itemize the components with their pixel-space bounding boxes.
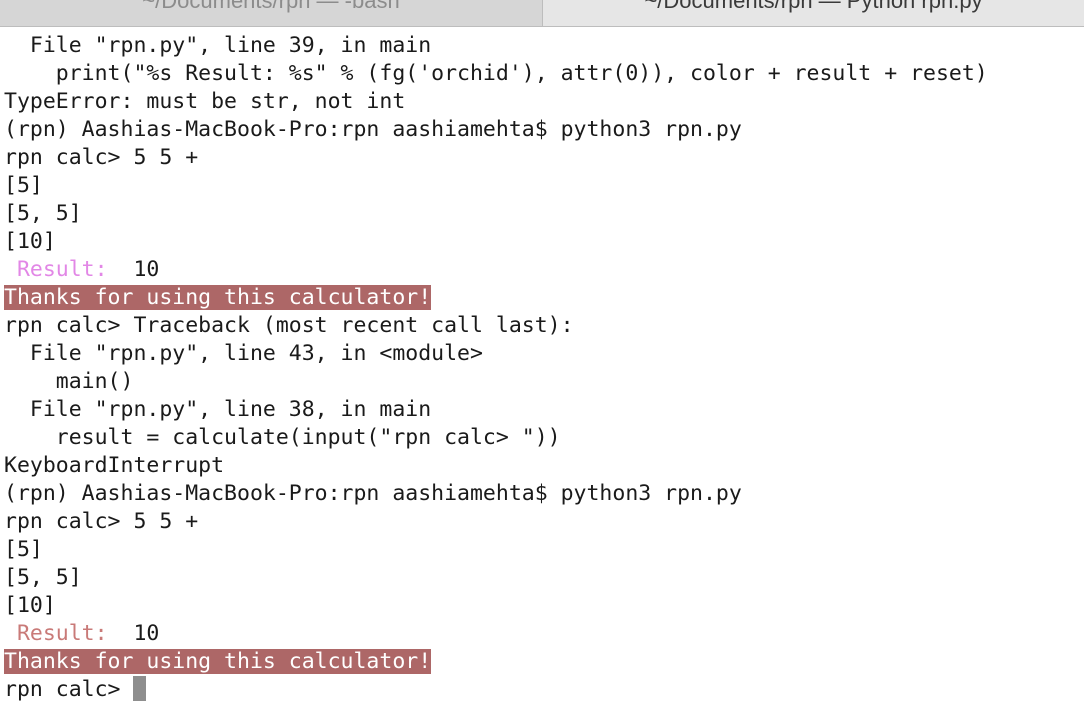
terminal-line: (rpn) Aashias-MacBook-Pro:rpn aashiameht… xyxy=(4,117,742,142)
terminal-output[interactable]: File "rpn.py", line 39, in main print("%… xyxy=(4,32,1080,702)
thanks-message: Thanks for using this calculator! xyxy=(4,649,432,674)
terminal-line: result = calculate(input("rpn calc> ")) xyxy=(4,425,561,450)
terminal-line: [10] xyxy=(4,593,56,618)
tab-python-rpn-label: ~/Documents/rpn — Python rpn.py xyxy=(644,0,983,13)
result-value: 10 xyxy=(120,621,160,646)
prompt-line[interactable]: rpn calc> xyxy=(4,676,1080,704)
terminal-line: [5] xyxy=(4,537,43,562)
terminal-line: File "rpn.py", line 43, in <module> xyxy=(4,341,483,366)
terminal-line: File "rpn.py", line 38, in main xyxy=(4,397,432,422)
tab-bar: ~/Documents/rpn — -bash ~/Documents/rpn … xyxy=(0,0,1084,27)
result-label: Result: xyxy=(4,621,121,646)
result-line: Result: 10 xyxy=(4,256,1080,284)
thanks-line: Thanks for using this calculator! xyxy=(4,284,1080,312)
terminal-line: [5] xyxy=(4,173,43,198)
terminal-line: main() xyxy=(4,369,134,394)
tab-bash[interactable]: ~/Documents/rpn — -bash xyxy=(0,0,542,26)
prompt-text: rpn calc> xyxy=(4,677,134,702)
text-cursor xyxy=(133,676,147,701)
terminal-line: rpn calc> 5 5 + xyxy=(4,509,199,534)
terminal-line: rpn calc> 5 5 + xyxy=(4,145,199,170)
result-value: 10 xyxy=(120,257,160,282)
result-label: Result: xyxy=(4,257,121,282)
terminal-line: [10] xyxy=(4,229,56,254)
terminal-line: (rpn) Aashias-MacBook-Pro:rpn aashiameht… xyxy=(4,481,742,506)
terminal-line: print("%s Result: %s" % (fg('orchid'), a… xyxy=(4,61,988,86)
thanks-line: Thanks for using this calculator! xyxy=(4,648,1080,676)
result-line: Result: 10 xyxy=(4,620,1080,648)
terminal-line: [5, 5] xyxy=(4,201,82,226)
thanks-message: Thanks for using this calculator! xyxy=(4,285,432,310)
terminal-line: TypeError: must be str, not int xyxy=(4,89,406,114)
tab-bash-label: ~/Documents/rpn — -bash xyxy=(142,0,400,13)
terminal-line: KeyboardInterrupt xyxy=(4,453,225,478)
terminal-line: File "rpn.py", line 39, in main xyxy=(4,33,432,58)
terminal-line: [5, 5] xyxy=(4,565,82,590)
terminal-line: rpn calc> Traceback (most recent call la… xyxy=(4,313,574,338)
tab-python-rpn[interactable]: ~/Documents/rpn — Python rpn.py xyxy=(542,0,1084,26)
